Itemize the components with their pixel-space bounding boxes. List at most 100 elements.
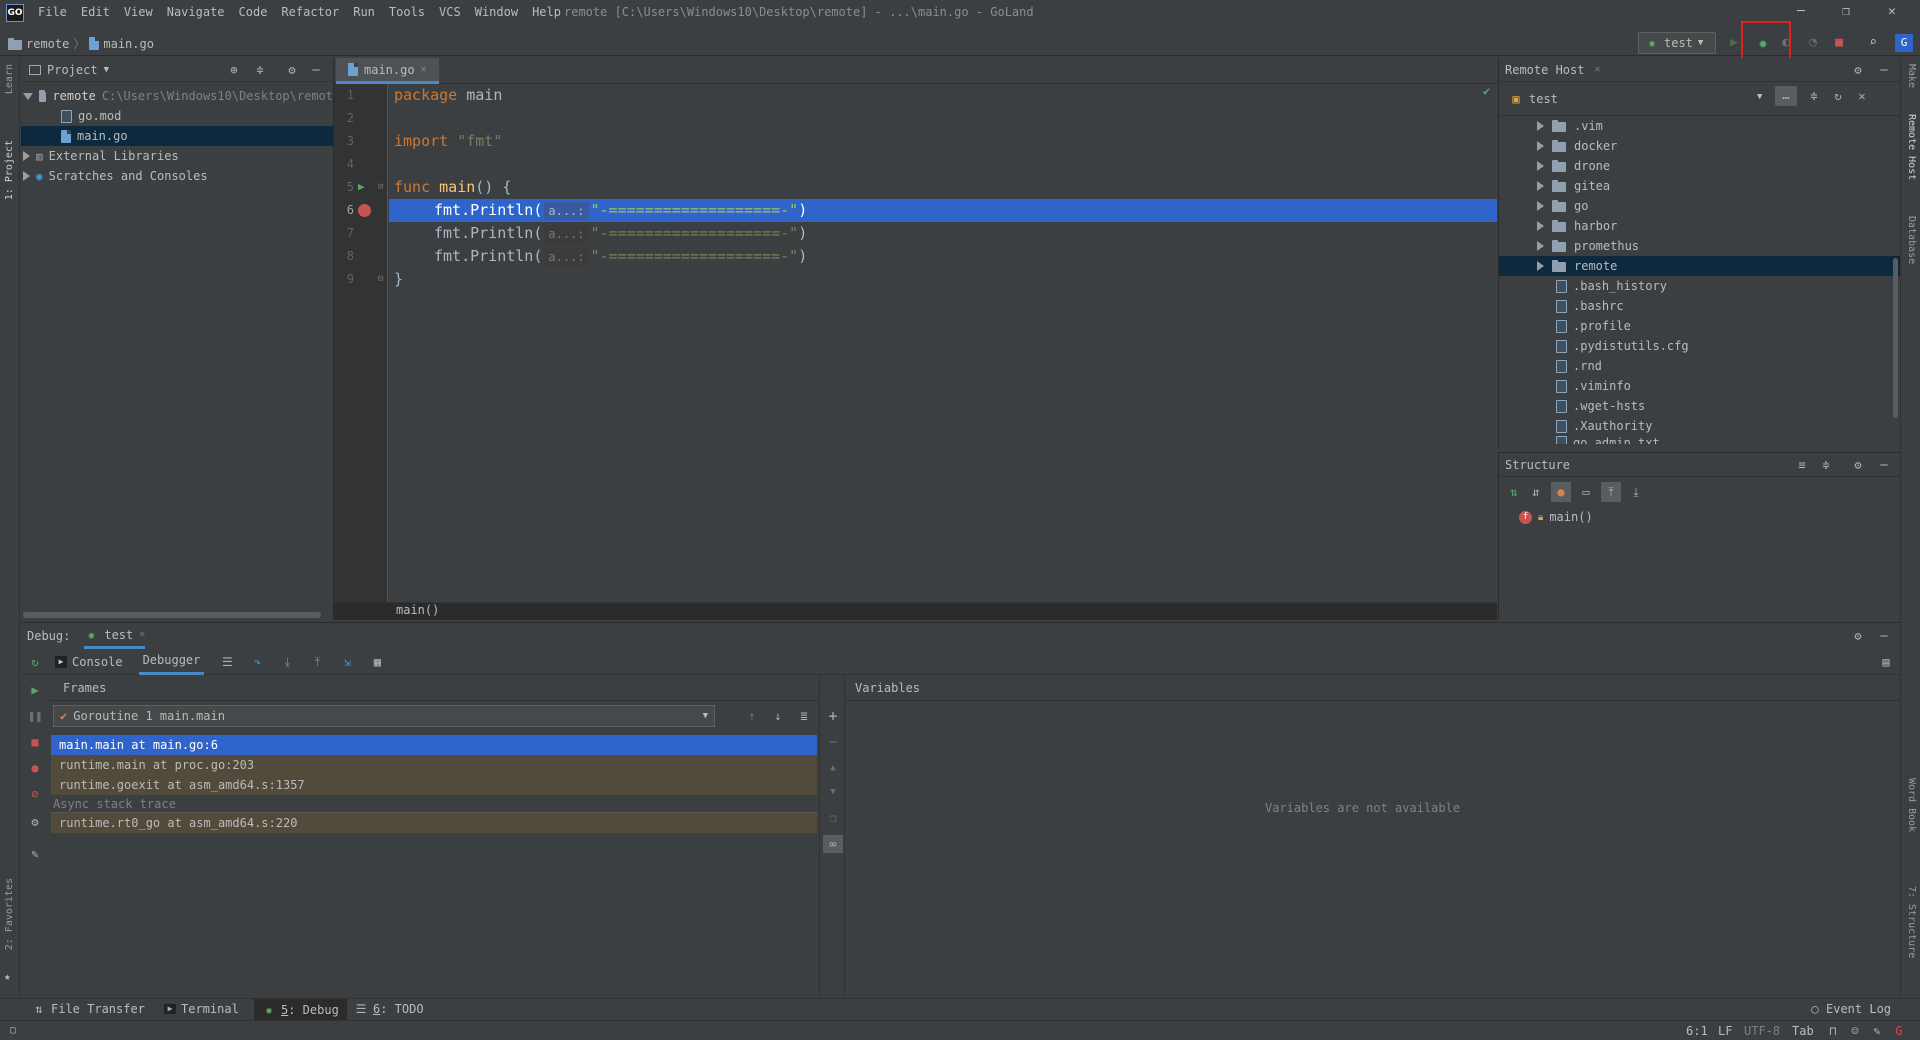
- evaluate-expression-icon[interactable]: ▦: [370, 655, 384, 669]
- menu-vcs[interactable]: VCS: [439, 5, 461, 19]
- frames-menu-icon[interactable]: ≣: [797, 709, 811, 723]
- step-over-icon[interactable]: ↷: [250, 655, 264, 669]
- debug-icon[interactable]: ✹: [1752, 32, 1774, 54]
- menu-refactor[interactable]: Refactor: [281, 5, 339, 19]
- goroutine-select[interactable]: ✔ Goroutine 1 main.main ▼: [53, 705, 715, 727]
- remote-file-item[interactable]: .wget-hsts: [1499, 396, 1900, 416]
- stop-icon[interactable]: ■: [1828, 32, 1850, 54]
- expand-arrow-icon[interactable]: [1537, 221, 1544, 231]
- expand-arrow-icon[interactable]: [23, 171, 30, 181]
- remote-folder-item-selected[interactable]: remote: [1499, 256, 1900, 276]
- mute-breakpoints-icon[interactable]: ⊘: [28, 787, 42, 801]
- autoscroll-from-source-icon[interactable]: ⤓: [1629, 485, 1643, 499]
- learn-tab[interactable]: Learn: [4, 64, 15, 94]
- line-separator[interactable]: LF: [1718, 1024, 1732, 1038]
- translate-icon[interactable]: G: [1895, 34, 1913, 52]
- expand-arrow-icon[interactable]: [1537, 121, 1544, 131]
- run-gutter-icon[interactable]: ▶: [358, 180, 365, 193]
- menu-code[interactable]: Code: [239, 5, 268, 19]
- chevron-down-icon[interactable]: ▼: [104, 65, 109, 75]
- frame-row[interactable]: runtime.main at proc.go:203: [51, 755, 817, 775]
- menu-navigate[interactable]: Navigate: [167, 5, 225, 19]
- run-config-select[interactable]: ✹ test ▼: [1638, 32, 1716, 54]
- database-tool-tab[interactable]: Database: [1906, 216, 1917, 264]
- expand-arrow-icon[interactable]: [1537, 241, 1544, 251]
- pause-icon[interactable]: ❚❚: [28, 709, 42, 723]
- remote-file-item[interactable]: .rnd: [1499, 356, 1900, 376]
- layout-settings-icon[interactable]: ▤: [1879, 655, 1893, 669]
- pin-icon[interactable]: ✎: [28, 847, 42, 861]
- expand-all-icon[interactable]: ≡: [1795, 458, 1809, 472]
- chevron-down-icon[interactable]: ▼: [1757, 92, 1762, 102]
- tree-item-external-libraries[interactable]: ▥ External Libraries: [21, 146, 333, 166]
- move-down-icon[interactable]: ▼: [826, 785, 840, 799]
- expand-arrow-icon[interactable]: [1537, 141, 1544, 151]
- debug-tool-tab[interactable]: ✹ 5: Debug: [254, 999, 347, 1021]
- menu-window[interactable]: Window: [475, 5, 518, 19]
- locate-icon[interactable]: ⊕: [227, 63, 241, 77]
- hide-panel-icon[interactable]: ─: [1877, 63, 1891, 77]
- more-options-button[interactable]: …: [1775, 86, 1797, 106]
- disconnect-icon[interactable]: ✕: [1855, 89, 1869, 103]
- remote-file-item[interactable]: .Xauthority: [1499, 416, 1900, 436]
- show-watches-icon[interactable]: ∞: [823, 835, 843, 853]
- menu-view[interactable]: View: [124, 5, 153, 19]
- expand-arrow-icon[interactable]: [1537, 181, 1544, 191]
- collapse-all-icon[interactable]: ≑: [1819, 458, 1833, 472]
- collapse-icon[interactable]: ≑: [1807, 89, 1821, 103]
- file-transfer-tab[interactable]: ⇅ File Transfer: [32, 1002, 145, 1016]
- minimize-icon[interactable]: ─: [1797, 4, 1805, 19]
- remote-folder-item[interactable]: gitea: [1499, 176, 1900, 196]
- project-view-title[interactable]: Project: [47, 63, 98, 77]
- tree-item-scratches[interactable]: ◉ Scratches and Consoles: [21, 166, 333, 186]
- remote-file-item[interactable]: .pydistutils.cfg: [1499, 336, 1900, 356]
- move-up-icon[interactable]: ▲: [826, 761, 840, 775]
- menu-edit[interactable]: Edit: [81, 5, 110, 19]
- gear-icon[interactable]: ⚙: [1851, 629, 1865, 643]
- debugger-tab[interactable]: Debugger: [138, 649, 205, 675]
- indent-setting[interactable]: Tab: [1792, 1024, 1814, 1038]
- google-icon[interactable]: G: [1892, 1024, 1906, 1038]
- refresh-icon[interactable]: ↻: [1831, 89, 1845, 103]
- previous-frame-icon[interactable]: ↑: [745, 709, 759, 723]
- project-tool-tab[interactable]: 1: Project: [4, 140, 15, 200]
- remote-file-item[interactable]: .bash_history: [1499, 276, 1900, 296]
- collapse-all-icon[interactable]: ≑: [253, 63, 267, 77]
- remote-folder-item[interactable]: harbor: [1499, 216, 1900, 236]
- run-to-cursor-icon[interactable]: ⇲: [340, 655, 354, 669]
- gear-icon[interactable]: ⚙: [285, 63, 299, 77]
- close-tab-icon[interactable]: ✕: [421, 64, 427, 75]
- resume-icon[interactable]: ▶: [28, 683, 42, 697]
- copy-icon[interactable]: ❐: [826, 811, 840, 825]
- add-watch-icon[interactable]: +: [826, 709, 840, 724]
- remote-folder-item[interactable]: go: [1499, 196, 1900, 216]
- breadcrumb-main-go[interactable]: main.go: [103, 37, 154, 51]
- vertical-scrollbar[interactable]: [1893, 258, 1898, 418]
- close-tab-icon[interactable]: ✕: [1594, 64, 1600, 75]
- remote-host-tool-tab[interactable]: Remote Host: [1906, 114, 1917, 180]
- step-out-icon[interactable]: ⤒: [310, 655, 324, 669]
- close-tab-icon[interactable]: ✕: [139, 629, 145, 640]
- stop-icon[interactable]: ■: [28, 735, 42, 749]
- todo-tab[interactable]: ☰ 6: TODO: [354, 1002, 424, 1016]
- breadcrumb-remote[interactable]: remote: [26, 37, 69, 51]
- search-icon[interactable]: ⌕: [1862, 32, 1884, 54]
- make-tool-tab[interactable]: Make: [1906, 64, 1917, 88]
- profile-icon[interactable]: ◔: [1802, 32, 1824, 54]
- step-into-icon[interactable]: ⤓: [280, 655, 294, 669]
- console-tab[interactable]: ▶ Console: [55, 655, 123, 669]
- frame-row[interactable]: runtime.goexit at asm_amd64.s:1357: [51, 775, 817, 795]
- hide-panel-icon[interactable]: ─: [1877, 629, 1891, 643]
- remote-file-item[interactable]: .bashrc: [1499, 296, 1900, 316]
- autoscroll-to-source-icon[interactable]: ⤒: [1601, 482, 1621, 502]
- menu-help[interactable]: Help: [532, 5, 561, 19]
- menu-file[interactable]: File: [38, 5, 67, 19]
- file-encoding[interactable]: UTF-8: [1744, 1024, 1780, 1038]
- remote-file-item[interactable]: .profile: [1499, 316, 1900, 336]
- breakpoint-icon[interactable]: [358, 204, 371, 217]
- restore-icon[interactable]: ❐: [1842, 4, 1850, 19]
- wrench-icon[interactable]: ✎: [1870, 1024, 1884, 1038]
- gear-icon[interactable]: ⚙: [1851, 63, 1865, 77]
- settings-icon[interactable]: ⚙: [28, 815, 42, 829]
- remote-server-selector[interactable]: ▣ test ▼ … ≑ ↻ ✕: [1499, 82, 1900, 116]
